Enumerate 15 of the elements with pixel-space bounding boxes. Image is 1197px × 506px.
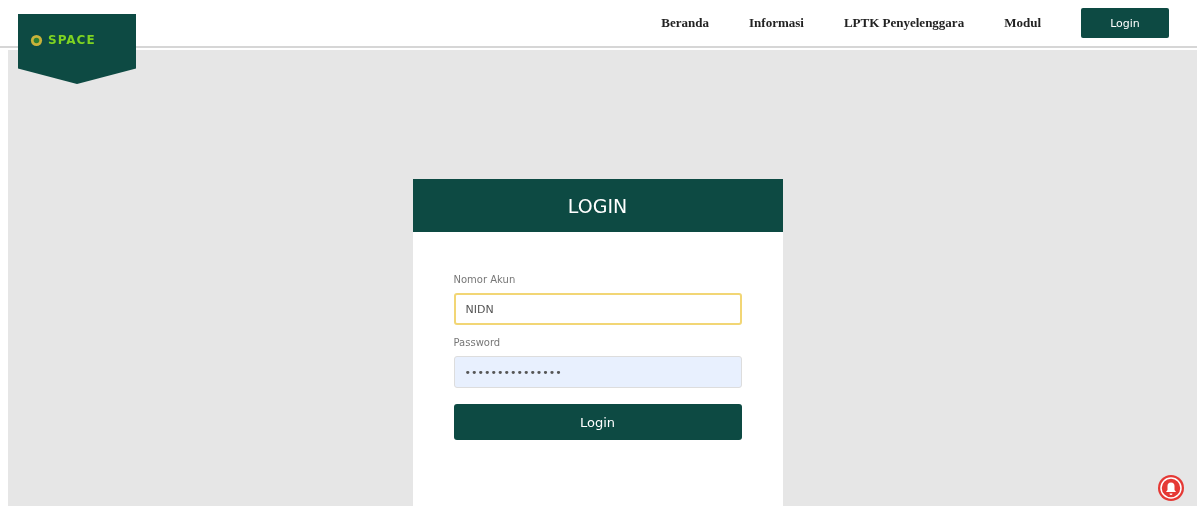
notification-bell-icon[interactable] (1157, 474, 1185, 502)
nav-link[interactable]: Beranda (661, 15, 709, 31)
logo-text: SPACE (48, 34, 96, 47)
card-title: LOGIN (412, 179, 783, 232)
field-label: Password (453, 337, 502, 348)
login-button[interactable]: Login (453, 404, 742, 440)
login-button[interactable]: Login (1081, 8, 1169, 38)
emblem-icon (30, 34, 43, 47)
input-field[interactable]: NIDN (453, 293, 742, 325)
logo-badge[interactable]: SPACE (18, 14, 136, 84)
nav-link[interactable]: LPTK Penyelenggara (843, 15, 965, 31)
nav-link[interactable]: Modul (1004, 15, 1041, 31)
input-field[interactable]: ••••••••••••••• (453, 356, 742, 388)
field-label: Nomor Akun (453, 274, 517, 285)
nav-link[interactable]: Informasi (749, 15, 804, 31)
